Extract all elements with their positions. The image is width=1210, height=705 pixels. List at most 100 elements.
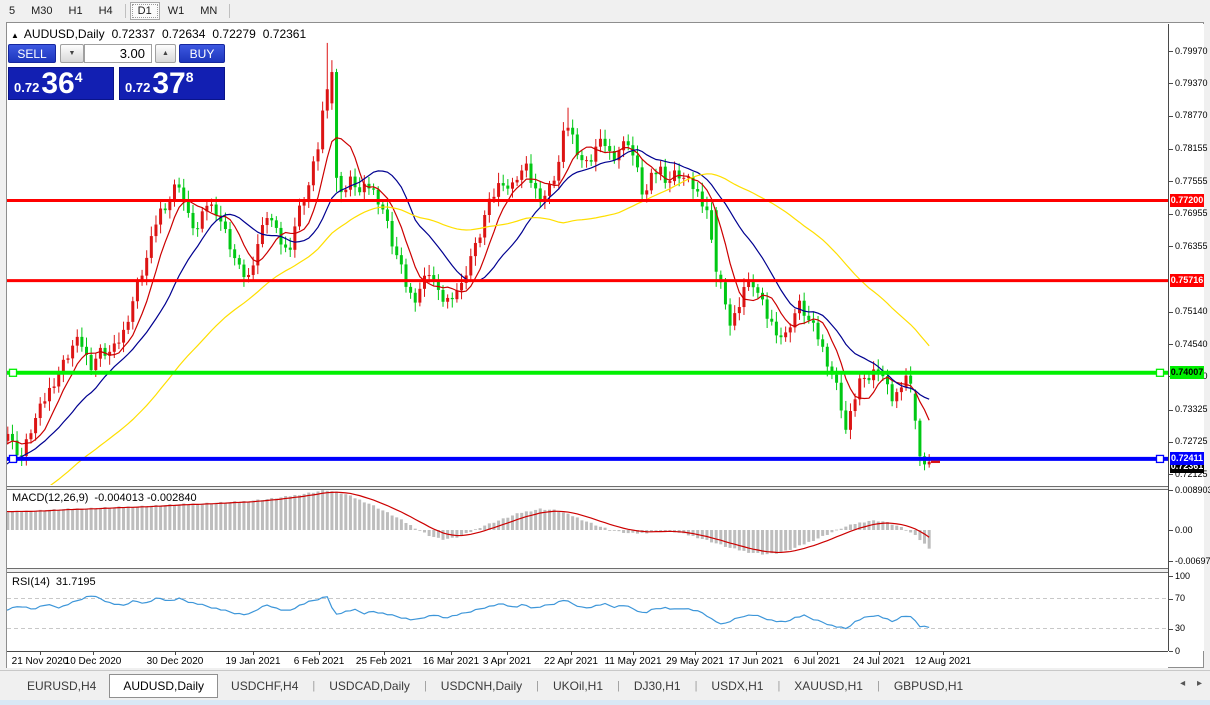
axis-tick-mark [1169,561,1173,562]
date-label: 19 Jan 2021 [218,656,288,667]
axis-tick-label: 0.76955 [1175,208,1208,218]
axis-tick-mark [1169,530,1173,531]
date-tick-mark [451,652,452,655]
volume-input[interactable] [84,44,152,63]
axis-tick-mark [1169,576,1173,577]
axis-tick-mark [1169,410,1173,411]
tab-scroll-right-icon[interactable]: ▸ [1197,678,1202,689]
axis-tick-mark [1169,599,1173,600]
buy-button[interactable]: BUY [179,44,225,63]
sell-price-panel[interactable]: 0.72 36 4 [8,67,114,100]
axis-tick-mark [1169,344,1173,345]
date-label: 22 Apr 2021 [536,656,606,667]
axis-tick-label: 0.78155 [1175,143,1208,153]
axis-tick-label: 0.77555 [1175,176,1208,186]
toolbar-separator [125,4,126,18]
timeframe-button-m30[interactable]: M30 [23,2,60,20]
date-label: 3 Apr 2021 [472,656,542,667]
collapse-arrow-icon[interactable]: ▲ [11,31,19,40]
date-label: 6 Feb 2021 [284,656,354,667]
axis-tick-mark [1169,246,1173,247]
price-axis[interactable]: 0.799700.793700.787700.781550.775550.769… [1168,24,1204,651]
tab-scroll-arrows: ◂ ▸ [1171,678,1202,689]
tab-gbpusd-h1[interactable]: GBPUSD,H1 [881,675,976,697]
rsi-pane[interactable] [7,573,1168,650]
timeframe-button-w1[interactable]: W1 [160,2,193,20]
date-tick-mark [253,652,254,655]
axis-tick-mark [1169,181,1173,182]
date-tick-mark [384,652,385,655]
tab-xauusd-h1[interactable]: XAUUSD,H1 [781,675,876,697]
axis-tick-label: 0.72725 [1175,436,1208,446]
timeframe-button-mn[interactable]: MN [192,2,225,20]
axis-tick-mark [1169,312,1173,313]
axis-tick-mark [1169,51,1173,52]
ohlc-low: 0.72279 [212,27,255,41]
axis-tick-mark [1169,214,1173,215]
axis-tick-label: 0.008903 [1175,485,1210,495]
tab-usdcad-daily[interactable]: USDCAD,Daily [316,675,423,697]
axis-tick-label: 70 [1175,593,1185,603]
timeframe-button-5[interactable]: 5 [1,2,23,20]
axis-tick-mark [1169,651,1173,652]
date-tick-mark [571,652,572,655]
tab-usdcnh-daily[interactable]: USDCNH,Daily [428,675,535,697]
axis-tick-mark [1169,474,1173,475]
price-level-badge: 0.72411 [1170,452,1204,465]
date-tick-mark [633,652,634,655]
date-label: 17 Jun 2021 [721,656,791,667]
axis-tick-label: 0.73325 [1175,404,1208,414]
date-tick-mark [817,652,818,655]
axis-tick-label: 0.74540 [1175,339,1208,349]
axis-tick-mark [1169,149,1173,150]
tab-scroll-left-icon[interactable]: ◂ [1180,678,1185,689]
sell-button[interactable]: SELL [8,44,56,63]
axis-tick-mark [1169,629,1173,630]
axis-tick-label: 0.75140 [1175,306,1208,316]
date-tick-mark [695,652,696,655]
buy-price-panel[interactable]: 0.72 37 8 [119,67,225,100]
date-tick-mark [93,652,94,655]
axis-tick-label: 0.76355 [1175,241,1208,251]
buy-price-big: 37 [152,68,185,99]
date-tick-mark [175,652,176,655]
date-tick-mark [507,652,508,655]
date-label: 12 Aug 2021 [908,656,978,667]
buy-price-prefix: 0.72 [125,80,150,95]
axis-tick-label: 30 [1175,623,1185,633]
sell-price-prefix: 0.72 [14,80,39,95]
ohlc-high: 0.72634 [162,27,205,41]
date-label: 10 Dec 2020 [58,656,128,667]
timeframe-button-h1[interactable]: H1 [61,2,91,20]
axis-tick-label: 0.00 [1175,525,1193,535]
date-label: 30 Dec 2020 [140,656,210,667]
rsi-label: RSI(14)31.7195 [12,576,96,588]
macd-values: -0.004013 -0.002840 [94,492,196,504]
date-tick-mark [40,652,41,655]
tab-ukoil-h1[interactable]: UKOil,H1 [540,675,616,697]
tab-eurusd-h4[interactable]: EURUSD,H4 [14,675,109,697]
volume-increase-button[interactable]: ▲ [155,44,176,63]
ohlc-close: 0.72361 [263,27,306,41]
volume-decrease-button[interactable]: ▼ [60,44,84,63]
timeframe-button-h4[interactable]: H4 [91,2,121,20]
date-axis[interactable]: 21 Nov 202010 Dec 202030 Dec 202019 Jan … [7,651,1168,668]
sell-price-pip: 4 [75,69,83,85]
price-level-badge: 0.75716 [1170,274,1204,287]
one-click-trading-widget: SELL ▼ ▲ BUY 0.72 36 4 0.72 37 8 [8,44,225,100]
date-tick-mark [879,652,880,655]
tab-audusd-daily[interactable]: AUDUSD,Daily [109,674,218,698]
sell-price-big: 36 [41,68,74,99]
symbol-label: AUDUSD,Daily [24,27,105,41]
axis-tick-mark [1169,116,1173,117]
date-label: 24 Jul 2021 [844,656,914,667]
tab-usdchf-h4[interactable]: USDCHF,H4 [218,675,311,697]
rsi-value: 31.7195 [56,576,96,588]
tab-usdx-h1[interactable]: USDX,H1 [698,675,776,697]
window-bottom-edge [0,700,1210,705]
tab-dj30-h1[interactable]: DJ30,H1 [621,675,694,697]
date-tick-mark [756,652,757,655]
axis-tick-label: 0 [1175,646,1180,656]
timeframe-button-d1[interactable]: D1 [130,2,160,20]
application-window: 5M30H1H4 D1W1MN 0.799700.793700.787700.78… [0,0,1210,705]
